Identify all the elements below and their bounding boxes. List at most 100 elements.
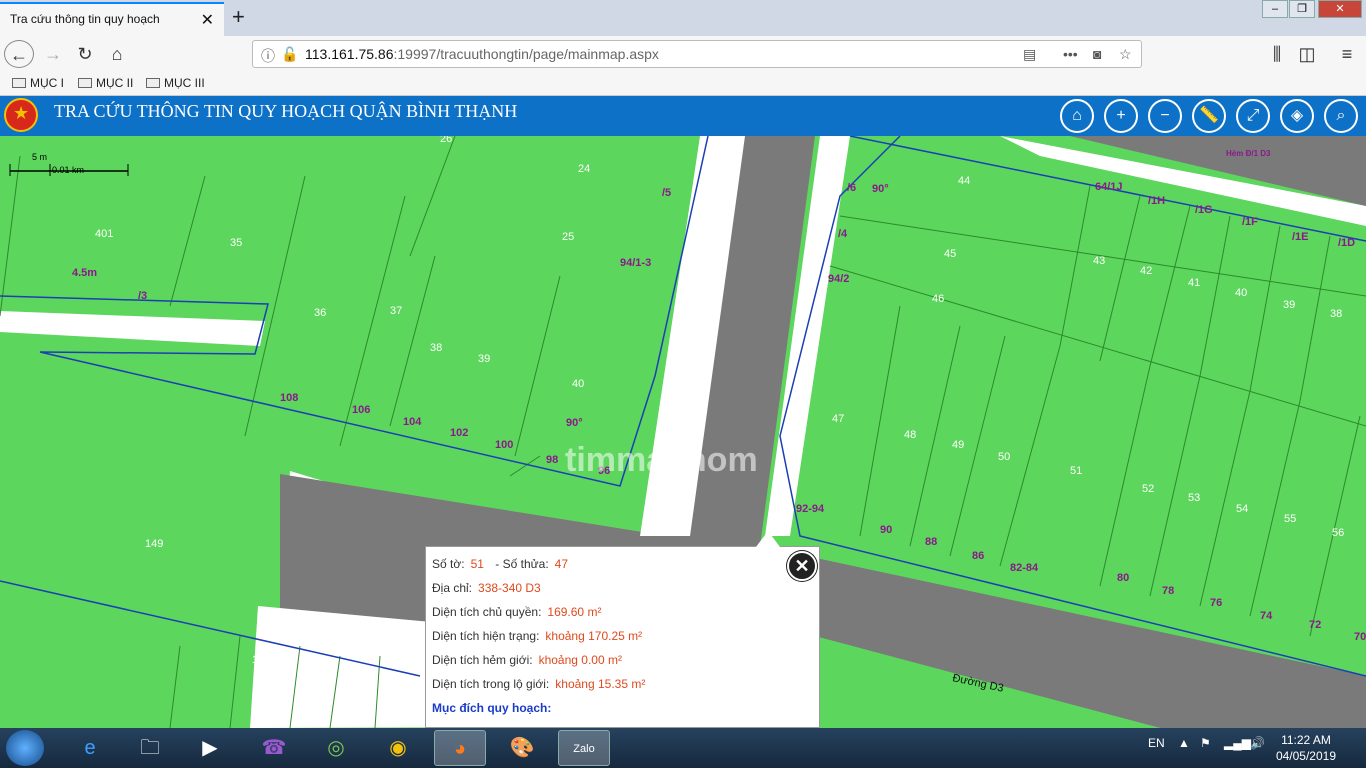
window-close-icon[interactable]: ✕ [1318, 0, 1362, 18]
svg-text:55: 55 [1284, 513, 1296, 525]
ie-icon[interactable]: e [64, 730, 116, 766]
svg-text:143: 143 [348, 684, 366, 696]
volume-icon[interactable]: 🔊 [1250, 736, 1265, 750]
app-icon[interactable]: ◎ [310, 730, 362, 766]
svg-text:43: 43 [1093, 255, 1105, 267]
angle-label: 90° [872, 183, 889, 195]
svg-text:141: 141 [405, 699, 423, 711]
pocket-icon[interactable]: ◙ [1093, 46, 1101, 62]
svg-text:25: 25 [562, 231, 574, 243]
home-page-icon[interactable]: ⌂ [102, 40, 132, 68]
clock-time: 11:22 AM [1281, 733, 1331, 747]
start-button[interactable] [6, 730, 44, 766]
url-host: 113.161.75.86 [305, 46, 394, 62]
reload-icon[interactable]: ↻ [70, 40, 100, 68]
windows-taskbar: e 🗀 ▶ ☎ ◎ ◉ ◕ 🎨 Zalo EN ▲ ⚑ ▂▄▆ 🔊 11:22 … [0, 728, 1366, 768]
sidebar-icon[interactable]: ◫ [1292, 40, 1322, 68]
svg-text:48: 48 [904, 429, 916, 441]
svg-text:149: 149 [145, 538, 163, 550]
home-icon[interactable]: ⌂ [1060, 99, 1094, 133]
svg-text:74: 74 [1260, 610, 1273, 622]
svg-text:106: 106 [352, 404, 370, 416]
flag-icon[interactable]: ⚑ [1200, 736, 1211, 750]
popup-row-muc-dich: Mục đích quy hoạch: [432, 701, 552, 715]
file-explorer-icon[interactable]: 🗀 [124, 730, 176, 766]
svg-text:94/2: 94/2 [828, 273, 849, 285]
search-icon[interactable]: ⌕ [1324, 99, 1358, 133]
svg-text:72: 72 [1309, 619, 1321, 631]
language-indicator[interactable]: EN [1148, 736, 1165, 750]
chrome-icon[interactable]: ◉ [372, 730, 424, 766]
dimension-label: 4.5m [72, 267, 97, 279]
svg-text:53: 53 [1188, 492, 1200, 504]
popup-tail [756, 531, 780, 547]
zalo-icon[interactable]: Zalo [558, 730, 610, 766]
forward-icon[interactable]: → [38, 40, 68, 68]
new-tab-icon[interactable]: + [232, 4, 245, 30]
show-hidden-icons-icon[interactable]: ▲ [1178, 736, 1190, 750]
svg-text:88: 88 [925, 536, 937, 548]
menu-icon[interactable]: ≡ [1332, 40, 1362, 68]
zoom-out-icon[interactable]: − [1148, 99, 1182, 133]
svg-text:104: 104 [403, 416, 422, 428]
svg-text:45: 45 [944, 248, 956, 260]
svg-text:90: 90 [880, 524, 892, 536]
svg-text:47: 47 [832, 413, 844, 425]
back-icon[interactable]: ← [4, 40, 34, 68]
library-icon[interactable]: ⫼ [1262, 40, 1292, 68]
fullscreen-icon[interactable]: ⤢ [1236, 99, 1270, 133]
bookmark-star-icon[interactable]: ☆ [1119, 46, 1132, 63]
layers-icon[interactable]: ◈ [1280, 99, 1314, 133]
svg-text:40: 40 [572, 378, 584, 390]
maximize-icon[interactable]: ❐ [1289, 0, 1315, 18]
svg-text:56: 56 [1332, 527, 1344, 539]
page-actions-icon[interactable]: ••• [1063, 46, 1078, 62]
bookmark-folder[interactable]: MỤC III [146, 76, 205, 90]
alley-label: Hẻm Đ/1 D3 [1226, 149, 1271, 158]
clock[interactable]: 11:22 AM 04/05/2019 [1276, 732, 1336, 764]
viber-icon[interactable]: ☎ [248, 730, 300, 766]
svg-text:35: 35 [230, 237, 242, 249]
svg-text:38: 38 [1330, 308, 1342, 320]
folder-icon [146, 78, 160, 88]
network-icon[interactable]: ▂▄▆ [1224, 736, 1251, 750]
paint-icon[interactable]: 🎨 [496, 730, 548, 766]
close-tab-icon[interactable]: ✕ [201, 10, 214, 30]
tab-title: Tra cứu thông tin quy hoạch [10, 12, 160, 26]
svg-text:/5: /5 [662, 187, 671, 199]
popup-row-so-to: Số tờ: 51 - Số thửa: 47 [432, 557, 569, 571]
close-icon[interactable]: ✕ [787, 551, 817, 581]
watermark: timmaphom [565, 441, 758, 479]
svg-text:24: 24 [578, 163, 590, 175]
svg-text:39: 39 [1283, 299, 1295, 311]
svg-text:64/1J: 64/1J [1095, 181, 1123, 193]
svg-text:38: 38 [430, 342, 442, 354]
bookmark-folder[interactable]: MỤC I [12, 76, 64, 90]
svg-text:42: 42 [1140, 265, 1152, 277]
minimize-icon[interactable]: – [1262, 0, 1288, 18]
svg-text:78: 78 [1162, 585, 1174, 597]
svg-text:39: 39 [478, 353, 490, 365]
url-input[interactable]: ⓘ 🔓 113.161.75.86:19997/tracuuthongtin/p… [252, 40, 1142, 68]
reader-view-icon[interactable]: ▤ [1023, 46, 1036, 63]
svg-text:/6: /6 [847, 182, 856, 194]
browser-tab[interactable]: Tra cứu thông tin quy hoạch ✕ [0, 2, 224, 36]
svg-text:147: 147 [252, 654, 270, 666]
firefox-icon[interactable]: ◕ [434, 730, 486, 766]
national-emblem-logo [4, 98, 38, 132]
svg-text:92-94: 92-94 [796, 503, 825, 515]
svg-text:/3: /3 [138, 290, 147, 302]
svg-text:/1E: /1E [1292, 231, 1309, 243]
svg-text:76: 76 [1210, 597, 1222, 609]
browser-titlebar: Tra cứu thông tin quy hoạch ✕ + – ❐ ✕ [0, 0, 1366, 36]
media-player-icon[interactable]: ▶ [184, 730, 236, 766]
ruler-icon[interactable]: 📏 [1192, 99, 1226, 133]
svg-text:/4: /4 [838, 228, 848, 240]
info-icon[interactable]: ⓘ [261, 46, 275, 66]
bookmark-folder[interactable]: MỤC II [78, 76, 133, 90]
svg-text:108: 108 [280, 392, 298, 404]
insecure-lock-icon[interactable]: 🔓 [281, 46, 298, 63]
zoom-in-icon[interactable]: + [1104, 99, 1138, 133]
svg-text:44: 44 [958, 175, 970, 187]
svg-text:40: 40 [1235, 287, 1247, 299]
